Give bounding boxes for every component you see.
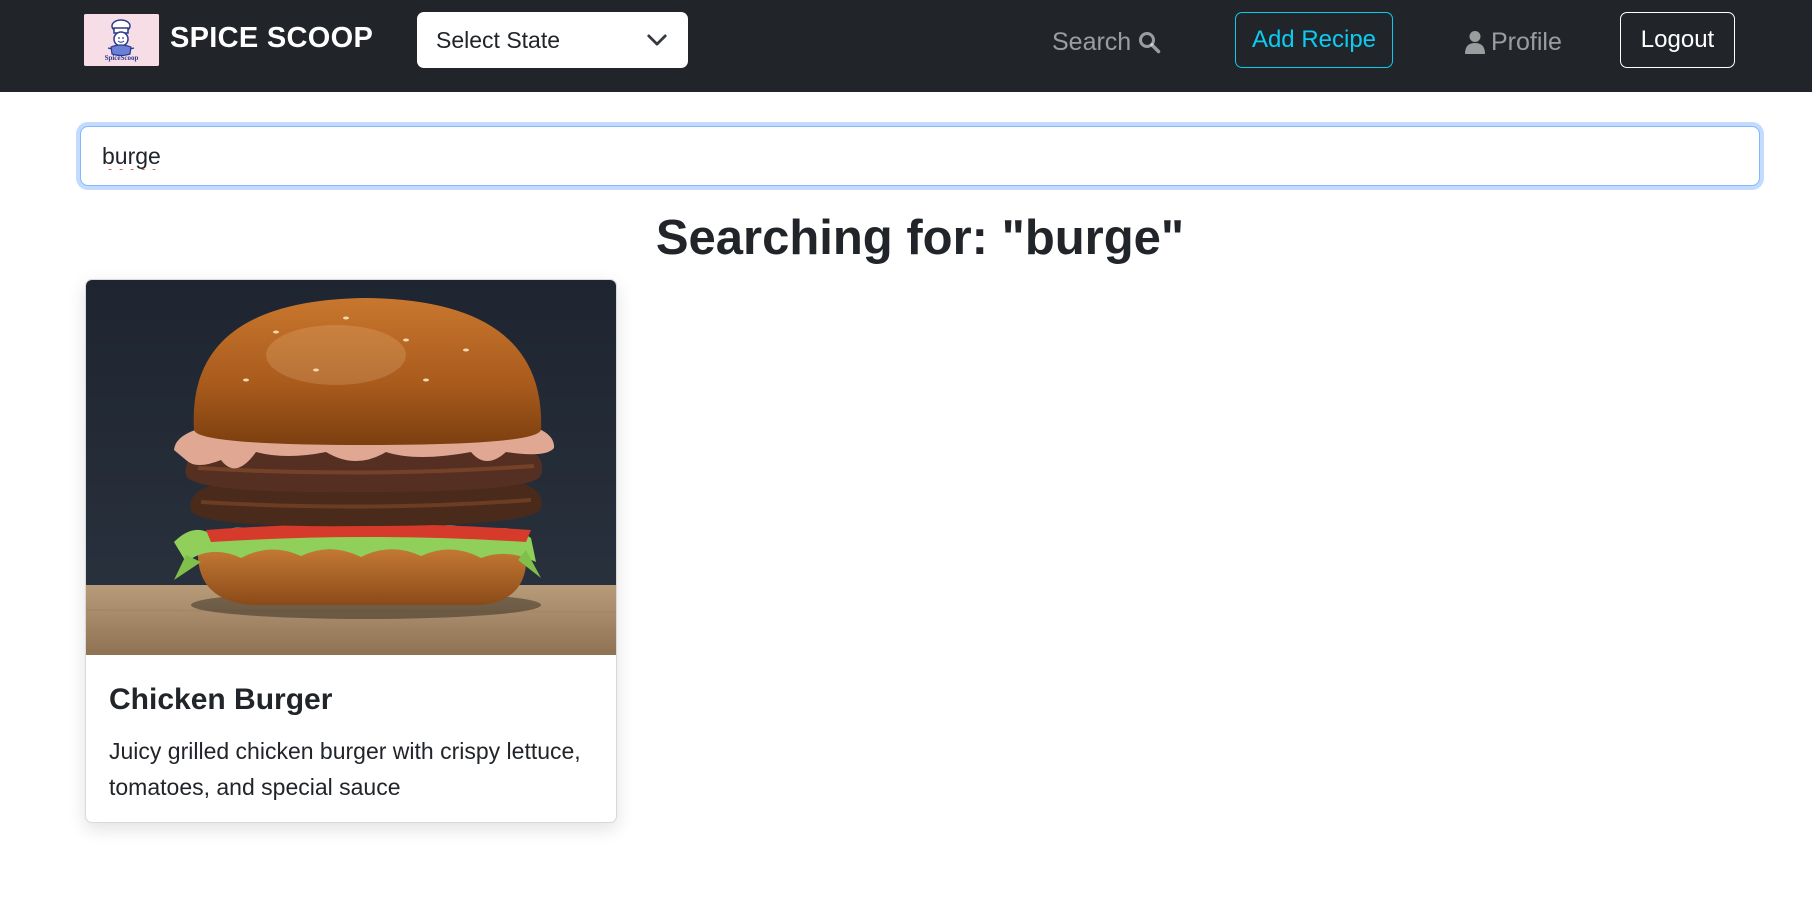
brand-name[interactable]: SPICE SCOOP [170, 18, 373, 58]
navbar: SpiceScoop SPICE SCOOP Select State Sear… [0, 0, 1812, 92]
nav-profile-label: Profile [1491, 28, 1562, 56]
recipe-card[interactable]: Chicken Burger Juicy grilled chicken bur… [85, 279, 617, 823]
recipe-title[interactable]: Chicken Burger [109, 681, 593, 719]
search-input[interactable] [81, 127, 1759, 185]
recipe-description: Juicy grilled chicken burger with crispy… [109, 738, 581, 800]
nav-profile-link[interactable]: Profile [1465, 22, 1562, 62]
add-recipe-button[interactable]: Add Recipe [1235, 12, 1393, 68]
recipe-card-body: Chicken Burger Juicy grilled chicken bur… [86, 655, 616, 805]
logo-text: SpiceScoop [104, 54, 139, 62]
brand-logo[interactable]: SpiceScoop [84, 14, 159, 66]
nav-search-link[interactable]: Search [1052, 22, 1161, 62]
recipe-image[interactable] [86, 280, 617, 655]
search-field [80, 126, 1760, 186]
state-select[interactable]: Select State [417, 12, 688, 68]
search-icon [1139, 32, 1161, 54]
state-select-value: Select State [436, 26, 561, 53]
nav-search-label: Search [1052, 28, 1132, 56]
chevron-down-icon [647, 34, 667, 46]
logout-button[interactable]: Logout [1620, 12, 1735, 68]
user-icon [1465, 31, 1485, 54]
results-heading: Searching for: "burge" [655, 211, 1185, 265]
